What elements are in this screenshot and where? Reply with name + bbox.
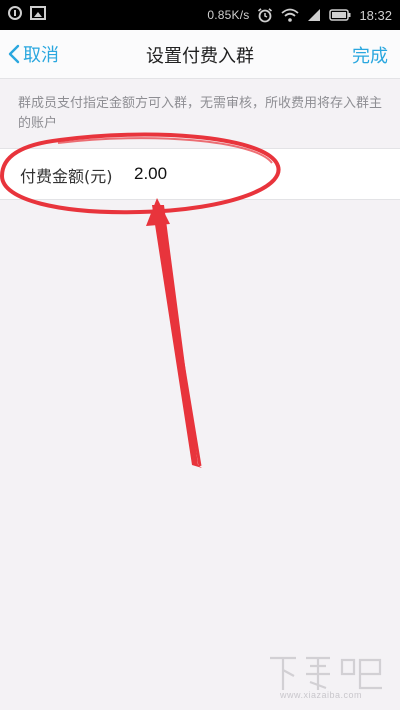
nav-header: 取消 设置付费入群 完成 <box>0 30 400 79</box>
wifi-icon <box>281 8 300 22</box>
alert-icon <box>8 6 22 20</box>
amount-input[interactable] <box>134 161 254 187</box>
alarm-icon <box>258 8 273 23</box>
image-icon <box>30 6 46 20</box>
amount-row[interactable]: 付费金额(元) <box>0 148 400 200</box>
watermark-glyphs <box>270 656 382 690</box>
battery-icon <box>329 9 351 21</box>
status-bar: 0.85K/s 18:32 <box>0 0 400 30</box>
signal-icon <box>308 9 321 21</box>
description-text: 群成员支付指定金额方可入群，无需审核，所收费用将存入群主的账户 <box>18 96 383 131</box>
done-button[interactable]: 完成 <box>352 42 388 68</box>
net-speed: 0.85K/s <box>207 8 250 22</box>
annotation-arrow <box>146 198 202 468</box>
watermark-url: www.xiazaiba.com <box>279 690 362 700</box>
watermark-logo: www.xiazaiba.com <box>256 650 386 702</box>
page-title: 设置付费入群 <box>146 46 254 67</box>
clock: 18:32 <box>359 7 392 23</box>
amount-label: 付费金额(元) <box>20 167 113 186</box>
